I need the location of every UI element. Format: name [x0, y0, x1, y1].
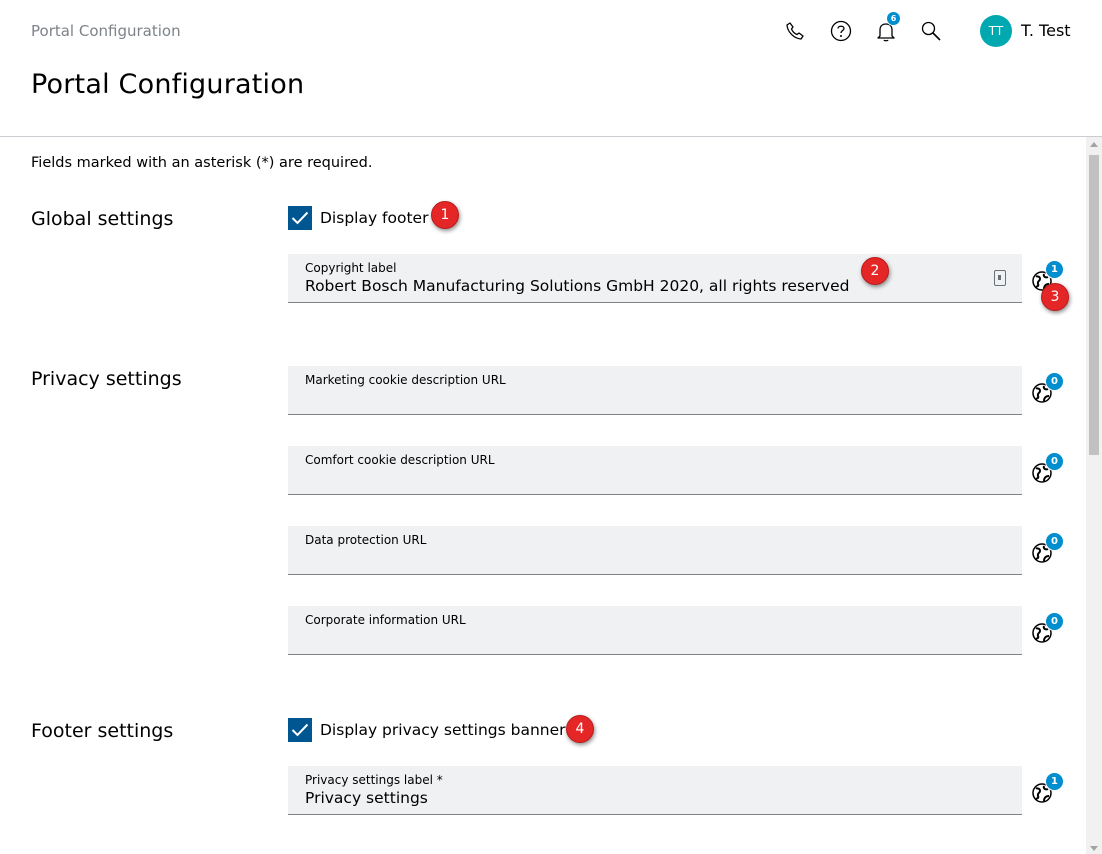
scroll-down-arrow-icon[interactable]: [1090, 846, 1098, 851]
data-protection-translation-count-badge: 0: [1045, 532, 1064, 551]
required-fields-note: Fields marked with an asterisk (*) are r…: [31, 155, 373, 171]
annotation-marker-3: 3: [1041, 283, 1069, 311]
breadcrumb[interactable]: Portal Configuration: [31, 22, 181, 40]
annotation-marker-4: 4: [566, 715, 594, 743]
user-name[interactable]: T. Test: [1021, 21, 1071, 40]
section-title-privacy-settings: Privacy settings: [31, 368, 182, 390]
annotation-marker-2: 2: [861, 257, 889, 285]
avatar[interactable]: TT: [980, 15, 1012, 47]
display-footer-label: Display footer: [320, 209, 429, 227]
display-privacy-banner-checkbox[interactable]: [288, 718, 312, 742]
data-protection-url-label: Data protection URL: [305, 533, 427, 547]
marketing-cookie-url-field[interactable]: Marketing cookie description URL: [288, 366, 1022, 415]
data-protection-url-field[interactable]: Data protection URL: [288, 526, 1022, 575]
privacy-settings-label-field-label: Privacy settings label *: [305, 773, 443, 787]
notification-count-badge: 6: [886, 11, 901, 26]
copyright-label-field-value[interactable]: Robert Bosch Manufacturing Solutions Gmb…: [305, 277, 849, 295]
comfort-cookie-url-field[interactable]: Comfort cookie description URL: [288, 446, 1022, 495]
display-privacy-banner-label: Display privacy settings banner: [320, 721, 566, 739]
corporate-information-translation-count-badge: 0: [1045, 612, 1064, 631]
phone-icon[interactable]: [782, 18, 808, 44]
privacy-settings-label-field-value[interactable]: Privacy settings: [305, 789, 428, 807]
comfort-cookie-translation-count-badge: 0: [1045, 452, 1064, 471]
scrollbar-thumb[interactable]: [1089, 155, 1099, 455]
display-footer-checkbox-row[interactable]: Display footer: [288, 206, 428, 230]
display-privacy-banner-checkbox-row[interactable]: Display privacy settings banner: [288, 718, 566, 742]
notification-bell-icon[interactable]: 6: [873, 11, 901, 44]
marketing-cookie-translation-count-badge: 0: [1045, 372, 1064, 391]
section-title-footer-settings: Footer settings: [31, 720, 174, 742]
section-title-global-settings: Global settings: [31, 208, 174, 230]
search-icon[interactable]: [918, 18, 944, 44]
page-title: Portal Configuration: [31, 69, 305, 100]
comfort-cookie-url-label: Comfort cookie description URL: [305, 453, 495, 467]
privacy-settings-label-field[interactable]: Privacy settings label * Privacy setting…: [288, 766, 1022, 815]
marketing-cookie-url-label: Marketing cookie description URL: [305, 373, 506, 387]
privacy-settings-label-translation-count-badge: 1: [1045, 772, 1064, 791]
annotation-marker-1: 1: [431, 201, 459, 229]
scroll-up-arrow-icon[interactable]: [1090, 142, 1098, 147]
text-length-icon: [994, 270, 1006, 286]
display-footer-checkbox[interactable]: [288, 206, 312, 230]
corporate-information-url-field[interactable]: Corporate information URL: [288, 606, 1022, 655]
copyright-label-field[interactable]: Copyright label Robert Bosch Manufacturi…: [288, 254, 1022, 303]
help-icon[interactable]: [828, 18, 854, 44]
corporate-information-url-label: Corporate information URL: [305, 613, 466, 627]
copyright-translation-count-badge: 1: [1045, 260, 1064, 279]
copyright-label-field-label: Copyright label: [305, 261, 397, 275]
header-divider: [0, 136, 1102, 137]
